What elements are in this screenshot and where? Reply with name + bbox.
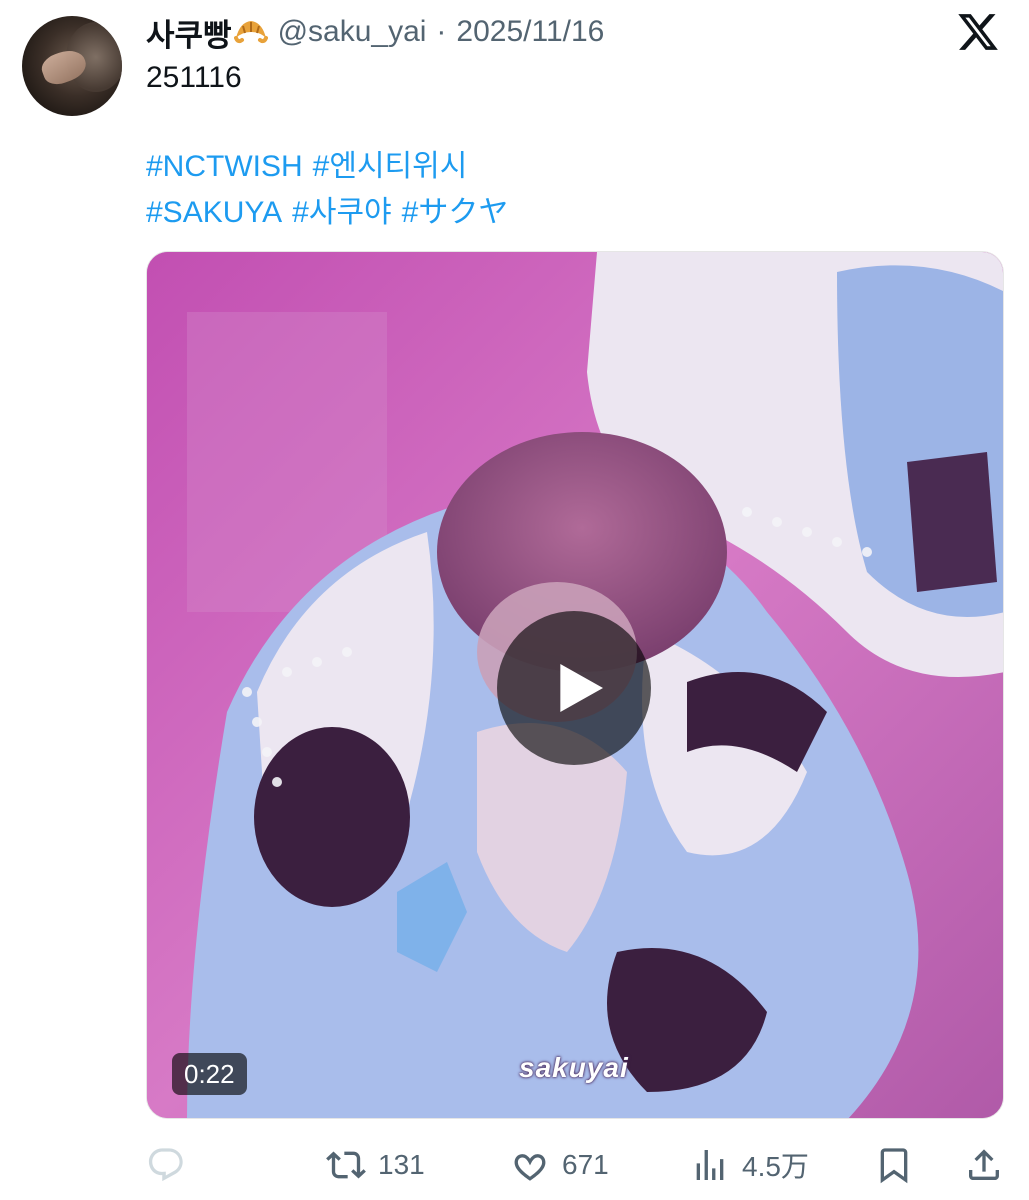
- hashtag-link[interactable]: #사쿠야: [292, 190, 392, 236]
- views-button[interactable]: 4.5万: [690, 1140, 809, 1190]
- hashtag-link[interactable]: #엔시티위시: [313, 144, 468, 190]
- play-icon: [560, 664, 603, 712]
- video-media[interactable]: 0:22 sakuyai: [146, 251, 1004, 1119]
- post-date[interactable]: 2025/11/16: [456, 15, 604, 49]
- post-header: 사쿠빵 @saku_yai · 2025/11/16: [146, 10, 604, 55]
- bookmark-icon: [880, 1148, 908, 1184]
- hashtag-row-2: #SAKUYA #사쿠야 #サクヤ: [146, 190, 508, 236]
- heart-icon: [514, 1154, 546, 1181]
- display-name[interactable]: 사쿠빵: [146, 10, 268, 55]
- repost-count: 131: [378, 1149, 425, 1180]
- display-name-text[interactable]: 사쿠빵: [146, 10, 232, 55]
- post-text: 251116: [146, 61, 242, 94]
- user-handle[interactable]: @saku_yai: [278, 15, 427, 49]
- avatar[interactable]: [22, 16, 122, 116]
- repost-button[interactable]: 131: [326, 1140, 425, 1190]
- repost-icon: [326, 1151, 366, 1179]
- like-count: 671: [562, 1149, 609, 1180]
- reply-button[interactable]: [146, 1140, 186, 1190]
- play-button[interactable]: [497, 611, 651, 765]
- post-actions: 131 671 4.5万: [146, 1140, 1004, 1190]
- hashtag-row-1: #NCTWISH #엔시티위시: [146, 144, 508, 190]
- share-button[interactable]: [964, 1140, 1004, 1190]
- croissant-emoji-icon: [233, 21, 268, 44]
- bookmark-button[interactable]: [874, 1140, 914, 1190]
- hashtag-link[interactable]: #SAKUYA: [146, 190, 282, 236]
- hashtag-link[interactable]: #サクヤ: [402, 190, 509, 236]
- hashtags: #NCTWISH #엔시티위시 #SAKUYA #사쿠야 #サクヤ: [146, 144, 508, 236]
- views-icon: [696, 1150, 724, 1180]
- views-count: 4.5万: [742, 1151, 809, 1182]
- video-watermark: sakuyai: [519, 1052, 629, 1083]
- header-separator: ·: [436, 15, 447, 48]
- like-button[interactable]: 671: [510, 1140, 609, 1190]
- video-duration-badge: 0:22: [172, 1053, 247, 1095]
- hashtag-link[interactable]: #NCTWISH: [146, 144, 303, 190]
- reply-icon: [148, 1148, 183, 1182]
- share-icon: [969, 1149, 999, 1180]
- x-logo-icon[interactable]: [956, 10, 1000, 54]
